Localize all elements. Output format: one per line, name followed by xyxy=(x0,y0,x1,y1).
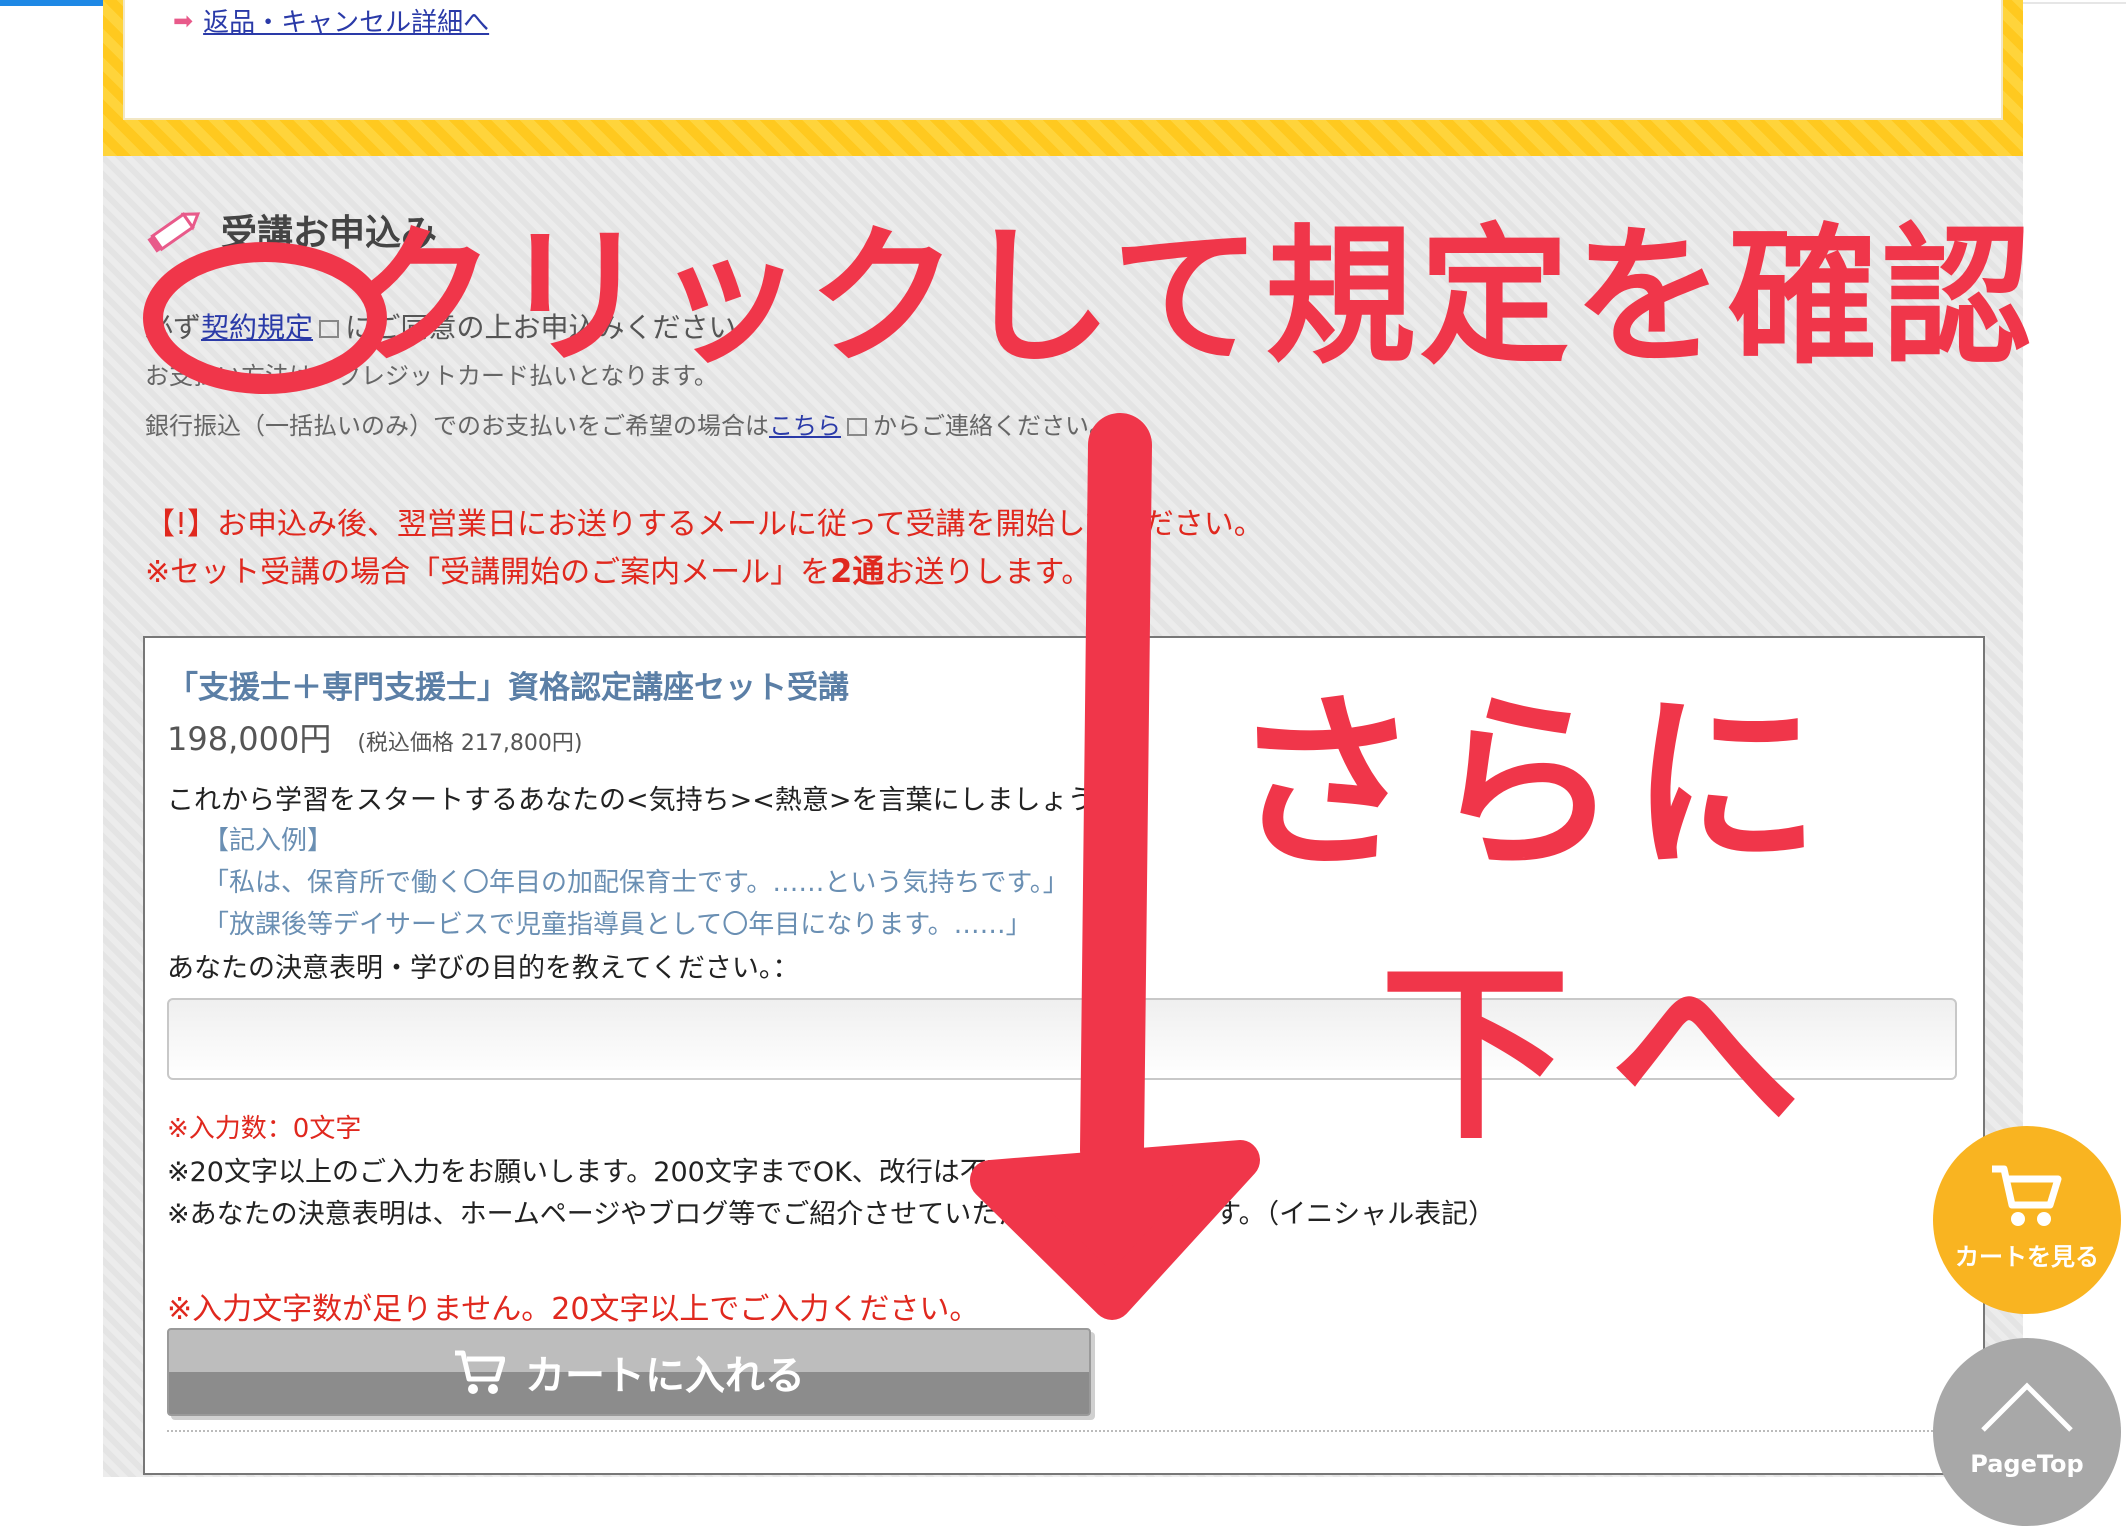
contract-terms-link[interactable]: 契約規定 xyxy=(201,311,313,344)
notice-panel: ➡ 返品・キャンセル詳細へ xyxy=(123,0,2003,120)
example-label: 【記入例】 xyxy=(203,826,334,856)
return-cancel-link-row[interactable]: ➡ 返品・キャンセル詳細へ xyxy=(173,2,489,39)
bank-suffix: からご連絡ください。 xyxy=(873,412,1113,440)
resolve-prompt: これから学習をスタートするあなたの<気持ち><熱意>を言葉にしましょう。 xyxy=(167,785,1120,816)
view-cart-button[interactable]: カートを見る xyxy=(1933,1126,2121,1314)
start-notice: 【!】お申込み後、翌営業日にお送りするメールに従って受講を開始してください。 xyxy=(145,507,1264,542)
example-line: 「私は、保育所で働く〇年目の加配保育士です。……という気持ちです。」 xyxy=(203,868,1069,898)
top-accent-bar xyxy=(0,0,118,6)
bank-contact-link[interactable]: こちら xyxy=(769,412,841,440)
error-message: ※入力文字数が足りません。20文字以上でご入力ください。 xyxy=(167,1292,980,1327)
set-notice-count: 2通 xyxy=(830,552,885,590)
cart-icon xyxy=(455,1350,505,1394)
annotation-down: 下へ xyxy=(1380,944,1841,1165)
course-title: 「支援士＋専門支援士」資格認定講座セット受講 xyxy=(167,670,849,706)
agree-prefix: 必ず xyxy=(145,311,202,344)
cart-icon xyxy=(1992,1165,2062,1226)
external-link-icon xyxy=(319,320,340,338)
separator xyxy=(167,1430,1961,1432)
set-notice-prefix: ※セット受講の場合「受講開始のご案内メール」を xyxy=(145,555,831,590)
set-course-notice: ※セット受講の場合「受講開始のご案内メール」を2通お送りします。 xyxy=(145,546,1091,592)
course-price: 198,000円 (税込価格 217,800円) xyxy=(167,714,582,760)
pencil-icon xyxy=(147,212,201,253)
resolve-question: あなたの決意表明・学びの目的を教えてください。： xyxy=(167,953,800,984)
page-top-label: PageTop xyxy=(1970,1450,2084,1478)
add-to-cart-button[interactable]: カートに入れる xyxy=(167,1328,1091,1416)
publish-note: ※あなたの決意表明は、ホームページやブログ等でご紹介させていただく場合があります… xyxy=(167,1199,1496,1230)
arrow-right-icon: ➡ xyxy=(173,6,194,35)
example-line: 「放課後等デイサービスで児童指導員として〇年目になります。……」 xyxy=(203,910,1032,940)
add-to-cart-label: カートに入れる xyxy=(525,1353,805,1399)
bank-transfer-line: 銀行振込（一括払いのみ）でのお支払いをご希望の場合はこちら からご連絡ください。 xyxy=(145,406,1113,441)
chevron-up-icon xyxy=(1981,1382,2073,1432)
return-cancel-link[interactable]: 返品・キャンセル詳細へ xyxy=(203,2,489,39)
annotation-further: さらに xyxy=(1230,674,1831,895)
view-cart-label: カートを見る xyxy=(1955,1242,2099,1271)
annotation-check-terms: クリックして規定を確認 xyxy=(346,211,2036,385)
page-top-button[interactable]: PageTop xyxy=(1933,1338,2121,1526)
bank-prefix: 銀行振込（一括払いのみ）でのお支払いをご希望の場合は xyxy=(145,412,769,440)
char-count: ※入力数：0文字 xyxy=(167,1114,362,1144)
notice-frame: ➡ 返品・キャンセル詳細へ xyxy=(103,0,2023,156)
set-notice-suffix: お送りします。 xyxy=(884,555,1092,590)
price: 198,000円 xyxy=(167,720,332,758)
length-note: ※20文字以上のご入力をお願いします。200文字までOK、改行は不可です。 xyxy=(167,1157,1093,1188)
external-link-icon xyxy=(847,418,867,436)
tax-price: (税込価格 217,800円) xyxy=(357,731,583,756)
